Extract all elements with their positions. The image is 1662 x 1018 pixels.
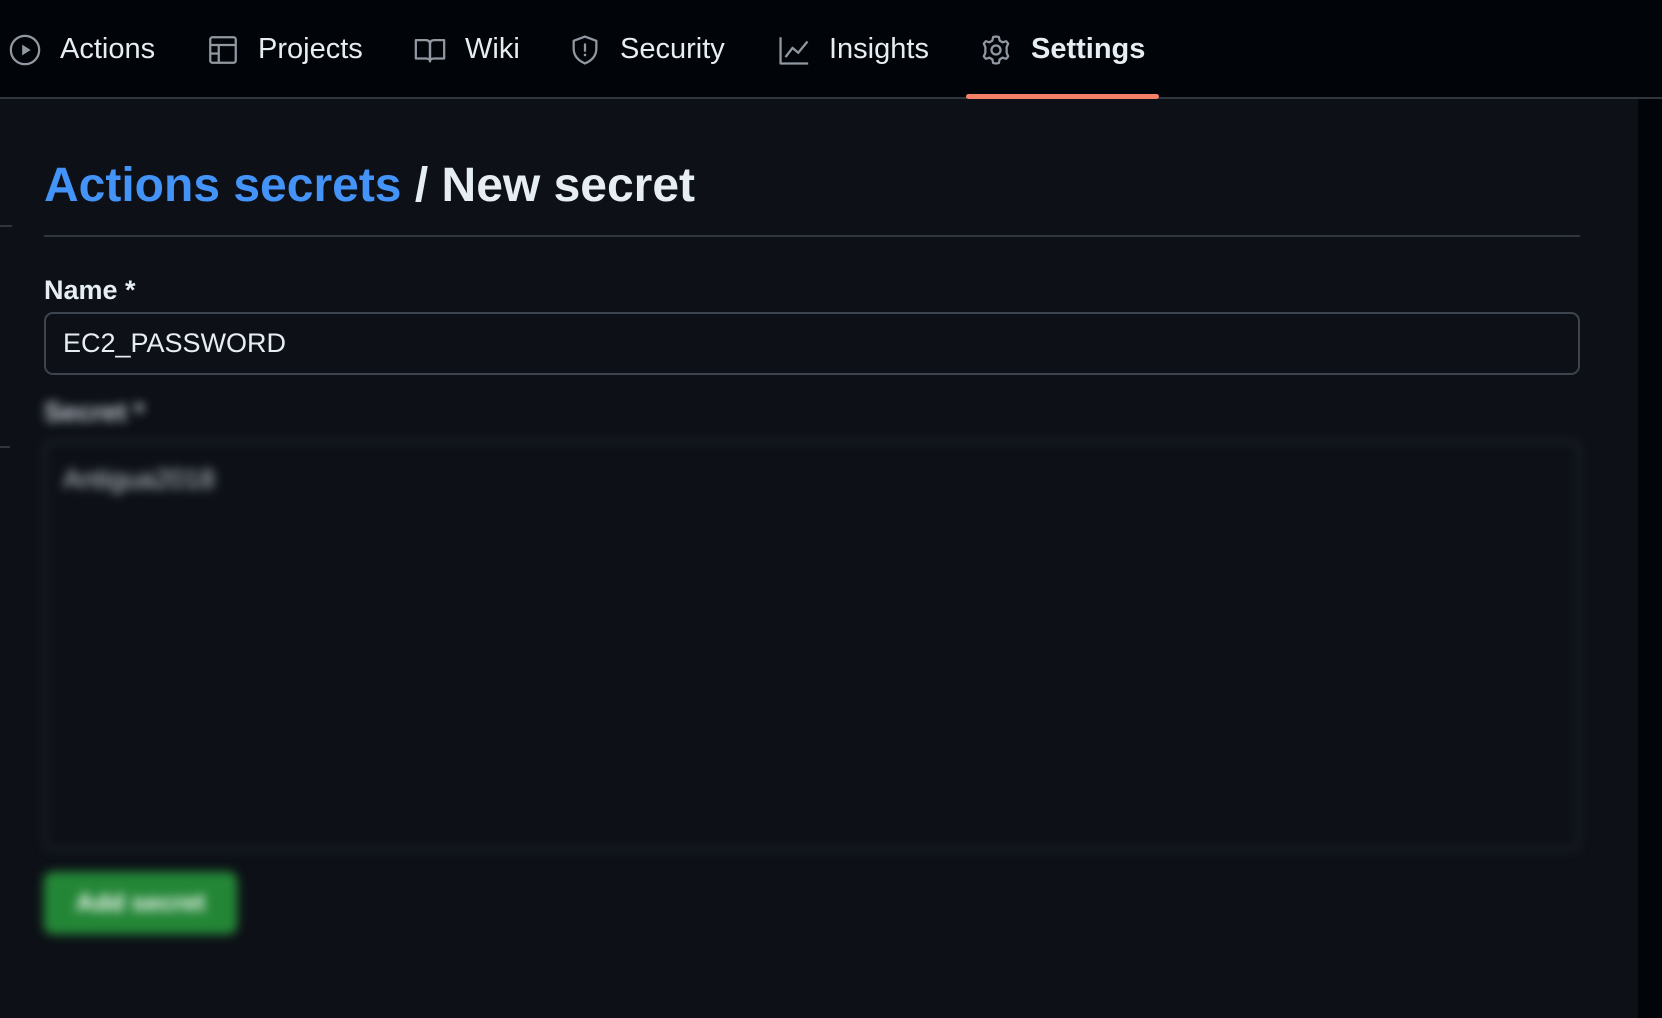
table-icon [206,33,240,67]
tab-label: Projects [258,33,363,65]
tab-projects[interactable]: Projects [206,0,363,99]
play-icon [8,33,42,67]
secret-label: Secret * [44,397,145,427]
name-label: Name * [44,275,136,305]
heading-divider [44,235,1580,237]
breadcrumb-actions-secrets-link[interactable]: Actions secrets [44,159,402,212]
book-icon [413,33,447,67]
tab-wiki[interactable]: Wiki [413,0,520,99]
tab-actions[interactable]: Actions [8,0,155,99]
page-title: Actions secrets / New secret [44,156,695,216]
tab-insights[interactable]: Insights [777,0,929,99]
breadcrumb-separator: / [414,159,429,212]
tab-security[interactable]: Security [568,0,725,99]
gear-icon [979,33,1013,67]
right-edge-strip [1638,99,1662,1018]
sidebar-edge-divider [0,446,10,448]
tab-label: Wiki [465,33,520,65]
add-secret-button[interactable]: Add secret [44,872,237,934]
tab-label: Actions [60,33,156,65]
secret-name-input[interactable] [44,312,1580,375]
tab-label: Insights [829,33,929,65]
repo-nav: Actions Projects Wiki Security Insights … [0,0,1662,99]
breadcrumb-current: New secret [441,159,696,212]
tab-settings[interactable]: Settings [979,0,1145,99]
tab-label: Security [620,33,725,65]
secret-value-textarea[interactable]: Antigua2018 [44,440,1580,850]
graph-icon [777,33,811,67]
sidebar-edge-divider [0,225,12,227]
tab-label: Settings [1031,33,1146,65]
shield-icon [568,33,602,67]
active-tab-indicator [966,94,1159,99]
